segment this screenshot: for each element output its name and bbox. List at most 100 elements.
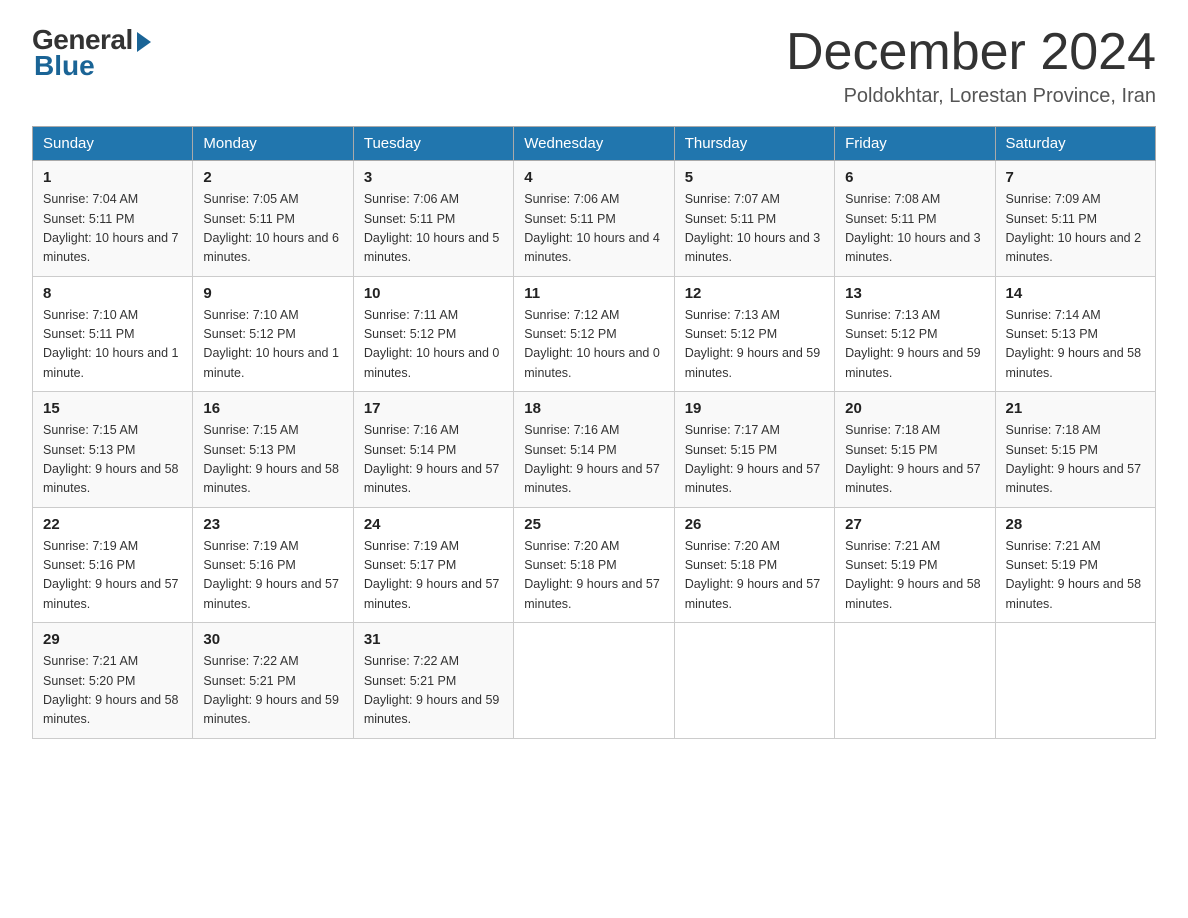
calendar-cell bbox=[995, 623, 1155, 739]
day-info: Sunrise: 7:10 AMSunset: 5:12 PMDaylight:… bbox=[203, 306, 342, 384]
calendar-cell: 30 Sunrise: 7:22 AMSunset: 5:21 PMDayligh… bbox=[193, 623, 353, 739]
day-info: Sunrise: 7:19 AMSunset: 5:16 PMDaylight:… bbox=[203, 537, 342, 615]
day-info: Sunrise: 7:11 AMSunset: 5:12 PMDaylight:… bbox=[364, 306, 503, 384]
calendar-week-row: 22Sunrise: 7:19 AMSunset: 5:16 PMDayligh… bbox=[33, 507, 1156, 623]
calendar-cell: 25 Sunrise: 7:20 AMSunset: 5:18 PMDayligh… bbox=[514, 507, 674, 623]
day-number: 8 bbox=[43, 285, 182, 302]
day-info: Sunrise: 7:09 AMSunset: 5:11 PMDaylight:… bbox=[1006, 190, 1145, 268]
day-info: Sunrise: 7:21 AMSunset: 5:20 PMDaylight:… bbox=[43, 652, 182, 730]
day-info: Sunrise: 7:15 AMSunset: 5:13 PMDaylight:… bbox=[43, 421, 182, 499]
day-number: 11 bbox=[524, 285, 663, 302]
title-section: December 2024 Poldokhtar, Lorestan Provi… bbox=[786, 24, 1156, 108]
day-number: 31 bbox=[364, 631, 503, 648]
calendar-cell: 24 Sunrise: 7:19 AMSunset: 5:17 PMDayligh… bbox=[353, 507, 513, 623]
day-info: Sunrise: 7:10 AMSunset: 5:11 PMDaylight:… bbox=[43, 306, 182, 384]
day-number: 3 bbox=[364, 169, 503, 186]
day-number: 12 bbox=[685, 285, 824, 302]
calendar-cell: 3 Sunrise: 7:06 AMSunset: 5:11 PMDaylight… bbox=[353, 161, 513, 277]
calendar-week-row: 1 Sunrise: 7:04 AMSunset: 5:11 PMDaylight… bbox=[33, 161, 1156, 277]
calendar-cell: 10 Sunrise: 7:11 AMSunset: 5:12 PMDayligh… bbox=[353, 276, 513, 392]
day-info: Sunrise: 7:05 AMSunset: 5:11 PMDaylight:… bbox=[203, 190, 342, 268]
day-info: Sunrise: 7:14 AMSunset: 5:13 PMDaylight:… bbox=[1006, 306, 1145, 384]
day-info: Sunrise: 7:15 AMSunset: 5:13 PMDaylight:… bbox=[203, 421, 342, 499]
logo: General Blue bbox=[32, 24, 151, 82]
calendar-header-friday: Friday bbox=[835, 127, 995, 161]
calendar-cell: 18Sunrise: 7:16 AMSunset: 5:14 PMDayligh… bbox=[514, 392, 674, 508]
day-number: 19 bbox=[685, 400, 824, 417]
calendar-cell: 7 Sunrise: 7:09 AMSunset: 5:11 PMDaylight… bbox=[995, 161, 1155, 277]
calendar-cell: 11 Sunrise: 7:12 AMSunset: 5:12 PMDayligh… bbox=[514, 276, 674, 392]
day-number: 7 bbox=[1006, 169, 1145, 186]
day-number: 29 bbox=[43, 631, 182, 648]
calendar-cell: 20 Sunrise: 7:18 AMSunset: 5:15 PMDayligh… bbox=[835, 392, 995, 508]
day-info: Sunrise: 7:08 AMSunset: 5:11 PMDaylight:… bbox=[845, 190, 984, 268]
calendar-cell: 5 Sunrise: 7:07 AMSunset: 5:11 PMDaylight… bbox=[674, 161, 834, 277]
day-number: 23 bbox=[203, 516, 342, 533]
day-number: 4 bbox=[524, 169, 663, 186]
day-number: 17 bbox=[364, 400, 503, 417]
calendar-cell: 22Sunrise: 7:19 AMSunset: 5:16 PMDayligh… bbox=[33, 507, 193, 623]
calendar-cell: 17 Sunrise: 7:16 AMSunset: 5:14 PMDayligh… bbox=[353, 392, 513, 508]
calendar-cell: 29 Sunrise: 7:21 AMSunset: 5:20 PMDayligh… bbox=[33, 623, 193, 739]
day-info: Sunrise: 7:16 AMSunset: 5:14 PMDaylight:… bbox=[364, 421, 503, 499]
calendar-cell: 8 Sunrise: 7:10 AMSunset: 5:11 PMDaylight… bbox=[33, 276, 193, 392]
day-number: 10 bbox=[364, 285, 503, 302]
page-header: General Blue December 2024 Poldokhtar, L… bbox=[32, 24, 1156, 108]
calendar-header-wednesday: Wednesday bbox=[514, 127, 674, 161]
day-number: 1 bbox=[43, 169, 182, 186]
calendar-cell: 19 Sunrise: 7:17 AMSunset: 5:15 PMDayligh… bbox=[674, 392, 834, 508]
day-info: Sunrise: 7:07 AMSunset: 5:11 PMDaylight:… bbox=[685, 190, 824, 268]
day-info: Sunrise: 7:20 AMSunset: 5:18 PMDaylight:… bbox=[524, 537, 663, 615]
day-number: 5 bbox=[685, 169, 824, 186]
day-number: 9 bbox=[203, 285, 342, 302]
day-info: Sunrise: 7:12 AMSunset: 5:12 PMDaylight:… bbox=[524, 306, 663, 384]
calendar-cell: 23 Sunrise: 7:19 AMSunset: 5:16 PMDayligh… bbox=[193, 507, 353, 623]
day-info: Sunrise: 7:06 AMSunset: 5:11 PMDaylight:… bbox=[364, 190, 503, 268]
day-info: Sunrise: 7:21 AMSunset: 5:19 PMDaylight:… bbox=[845, 537, 984, 615]
calendar-cell: 26 Sunrise: 7:20 AMSunset: 5:18 PMDayligh… bbox=[674, 507, 834, 623]
calendar-cell bbox=[514, 623, 674, 739]
day-number: 25 bbox=[524, 516, 663, 533]
day-info: Sunrise: 7:20 AMSunset: 5:18 PMDaylight:… bbox=[685, 537, 824, 615]
day-number: 2 bbox=[203, 169, 342, 186]
day-number: 27 bbox=[845, 516, 984, 533]
calendar-header-sunday: Sunday bbox=[33, 127, 193, 161]
day-info: Sunrise: 7:17 AMSunset: 5:15 PMDaylight:… bbox=[685, 421, 824, 499]
calendar-header-monday: Monday bbox=[193, 127, 353, 161]
day-info: Sunrise: 7:06 AMSunset: 5:11 PMDaylight:… bbox=[524, 190, 663, 268]
day-info: Sunrise: 7:18 AMSunset: 5:15 PMDaylight:… bbox=[845, 421, 984, 499]
calendar-cell: 13Sunrise: 7:13 AMSunset: 5:12 PMDayligh… bbox=[835, 276, 995, 392]
day-number: 30 bbox=[203, 631, 342, 648]
calendar-cell bbox=[835, 623, 995, 739]
day-info: Sunrise: 7:13 AMSunset: 5:12 PMDaylight:… bbox=[685, 306, 824, 384]
calendar-cell: 21 Sunrise: 7:18 AMSunset: 5:15 PMDayligh… bbox=[995, 392, 1155, 508]
day-number: 6 bbox=[845, 169, 984, 186]
day-number: 18 bbox=[524, 400, 663, 417]
day-info: Sunrise: 7:19 AMSunset: 5:17 PMDaylight:… bbox=[364, 537, 503, 615]
day-info: Sunrise: 7:22 AMSunset: 5:21 PMDaylight:… bbox=[203, 652, 342, 730]
location-title: Poldokhtar, Lorestan Province, Iran bbox=[786, 85, 1156, 108]
day-info: Sunrise: 7:04 AMSunset: 5:11 PMDaylight:… bbox=[43, 190, 182, 268]
calendar-cell: 16 Sunrise: 7:15 AMSunset: 5:13 PMDayligh… bbox=[193, 392, 353, 508]
day-number: 24 bbox=[364, 516, 503, 533]
day-number: 20 bbox=[845, 400, 984, 417]
calendar-header-row: SundayMondayTuesdayWednesdayThursdayFrid… bbox=[33, 127, 1156, 161]
day-info: Sunrise: 7:19 AMSunset: 5:16 PMDaylight:… bbox=[43, 537, 182, 615]
calendar-header-tuesday: Tuesday bbox=[353, 127, 513, 161]
day-number: 16 bbox=[203, 400, 342, 417]
calendar-cell: 4 Sunrise: 7:06 AMSunset: 5:11 PMDaylight… bbox=[514, 161, 674, 277]
calendar-cell bbox=[674, 623, 834, 739]
calendar-week-row: 29 Sunrise: 7:21 AMSunset: 5:20 PMDayligh… bbox=[33, 623, 1156, 739]
calendar-cell: 31Sunrise: 7:22 AMSunset: 5:21 PMDayligh… bbox=[353, 623, 513, 739]
calendar-cell: 14Sunrise: 7:14 AMSunset: 5:13 PMDayligh… bbox=[995, 276, 1155, 392]
logo-arrow-icon bbox=[137, 32, 151, 52]
day-number: 26 bbox=[685, 516, 824, 533]
month-title: December 2024 bbox=[786, 24, 1156, 81]
calendar-cell: 12 Sunrise: 7:13 AMSunset: 5:12 PMDayligh… bbox=[674, 276, 834, 392]
day-number: 21 bbox=[1006, 400, 1145, 417]
calendar-cell: 27 Sunrise: 7:21 AMSunset: 5:19 PMDayligh… bbox=[835, 507, 995, 623]
day-info: Sunrise: 7:18 AMSunset: 5:15 PMDaylight:… bbox=[1006, 421, 1145, 499]
calendar-header-saturday: Saturday bbox=[995, 127, 1155, 161]
calendar-cell: 9 Sunrise: 7:10 AMSunset: 5:12 PMDaylight… bbox=[193, 276, 353, 392]
day-number: 13 bbox=[845, 285, 984, 302]
